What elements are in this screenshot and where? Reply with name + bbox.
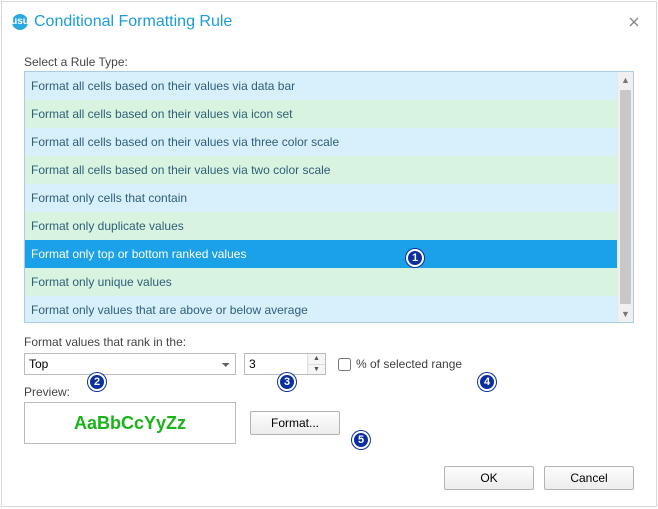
rule-type-list[interactable]: Format all cells based on their values v… <box>25 72 617 322</box>
app-icon: usu <box>12 14 28 30</box>
percent-of-range-label: % of selected range <box>356 357 462 371</box>
listbox-scrollbar[interactable]: ▲ ▼ <box>617 72 633 322</box>
close-icon <box>629 17 639 27</box>
preview-row: AaBbCcYyZz Format... <box>24 402 634 444</box>
format-values-rank-label: Format values that rank in the: <box>24 335 634 349</box>
ok-button[interactable]: OK <box>444 466 534 490</box>
rank-controls-row: TopBottom ▲ ▼ % of selected range <box>24 353 634 375</box>
rank-count-input[interactable] <box>245 354 307 374</box>
percent-of-range-wrap[interactable]: % of selected range <box>338 357 462 371</box>
rule-type-item[interactable]: Format all cells based on their values v… <box>25 72 617 100</box>
preview-sample-text: AaBbCcYyZz <box>74 413 186 434</box>
format-button[interactable]: Format... <box>250 411 340 435</box>
rule-type-item[interactable]: Format only cells that contain <box>25 184 617 212</box>
scroll-up-arrow[interactable]: ▲ <box>618 72 633 88</box>
rank-count-spinner[interactable]: ▲ ▼ <box>244 353 326 375</box>
rule-type-item[interactable]: Format only unique values <box>25 268 617 296</box>
rule-type-listbox: Format all cells based on their values v… <box>24 71 634 323</box>
select-rule-type-label: Select a Rule Type: <box>24 55 634 69</box>
preview-label: Preview: <box>24 385 634 399</box>
rule-type-item[interactable]: Format all cells based on their values v… <box>25 156 617 184</box>
cancel-button[interactable]: Cancel <box>544 466 634 490</box>
spinner-up[interactable]: ▲ <box>308 354 325 364</box>
scroll-down-arrow[interactable]: ▼ <box>618 306 633 322</box>
dialog-content: Select a Rule Type: Format all cells bas… <box>2 41 656 444</box>
spinner-down[interactable]: ▼ <box>308 364 325 375</box>
rule-type-item[interactable]: Format all cells based on their values v… <box>25 128 617 156</box>
percent-of-range-checkbox[interactable] <box>338 358 351 371</box>
spinner-buttons: ▲ ▼ <box>307 354 325 374</box>
titlebar: usu Conditional Formatting Rule <box>2 2 656 41</box>
dialog-title: Conditional Formatting Rule <box>34 13 232 31</box>
rule-type-item[interactable]: Format only values that are above or bel… <box>25 296 617 322</box>
conditional-formatting-dialog: usu Conditional Formatting Rule Select a… <box>1 1 657 507</box>
rank-direction-select[interactable]: TopBottom <box>24 353 236 375</box>
rule-type-item[interactable]: Format all cells based on their values v… <box>25 100 617 128</box>
preview-box: AaBbCcYyZz <box>24 402 236 444</box>
scroll-thumb[interactable] <box>620 90 631 304</box>
close-button[interactable] <box>622 10 646 34</box>
rule-type-item[interactable]: Format only top or bottom ranked values <box>25 240 617 268</box>
dialog-footer: OK Cancel <box>444 466 634 490</box>
rule-type-item[interactable]: Format only duplicate values <box>25 212 617 240</box>
